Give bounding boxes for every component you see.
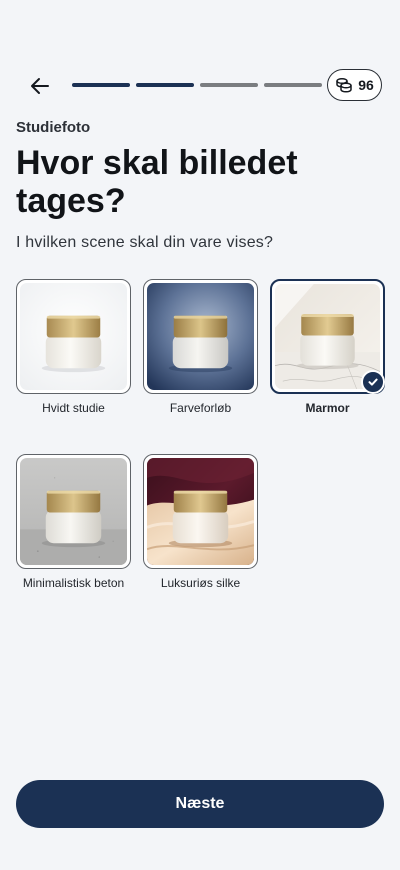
scene-label: Marmor xyxy=(305,401,350,415)
color-gradient-image xyxy=(147,283,254,390)
page-eyebrow: Studiefoto xyxy=(16,119,91,136)
credits-count: 96 xyxy=(358,77,374,93)
progress-bar xyxy=(72,83,322,87)
coins-icon xyxy=(336,77,352,93)
credits-badge[interactable]: 96 xyxy=(327,69,382,101)
progress-step-3 xyxy=(200,83,258,87)
scene-thumbnail xyxy=(143,279,258,394)
next-button[interactable]: Næste xyxy=(16,780,384,828)
progress-step-1 xyxy=(72,83,130,87)
arrow-left-icon xyxy=(31,78,49,94)
silk-image xyxy=(147,458,254,565)
progress-step-2 xyxy=(136,83,194,87)
scene-option-white-studio[interactable]: Hvidt studie xyxy=(16,279,131,415)
selected-check-icon xyxy=(361,370,385,394)
scene-label: Hvidt studie xyxy=(42,401,105,415)
white-studio-image xyxy=(20,283,127,390)
back-button[interactable] xyxy=(26,72,54,100)
scene-label: Farveforløb xyxy=(169,401,232,415)
scene-thumbnail xyxy=(143,454,258,569)
scene-thumbnail xyxy=(270,279,385,394)
scene-option-marble[interactable]: Marmor xyxy=(270,279,385,415)
page-title: Hvor skal billedet tages? xyxy=(16,144,298,220)
scene-thumbnail xyxy=(16,279,131,394)
page-subtitle: I hvilken scene skal din vare vises? xyxy=(16,234,274,251)
scene-thumbnail xyxy=(16,454,131,569)
scene-label: Luksuriøs silke xyxy=(160,576,241,590)
scene-label: Minimalistisk beton xyxy=(22,576,125,590)
concrete-image xyxy=(20,458,127,565)
scene-option-color-gradient[interactable]: Farveforløb xyxy=(143,279,258,415)
scene-option-minimalist-concrete[interactable]: Minimalistisk beton xyxy=(16,454,131,590)
scene-option-luxurious-silk[interactable]: Luksuriøs silke xyxy=(143,454,258,590)
progress-step-4 xyxy=(264,83,322,87)
